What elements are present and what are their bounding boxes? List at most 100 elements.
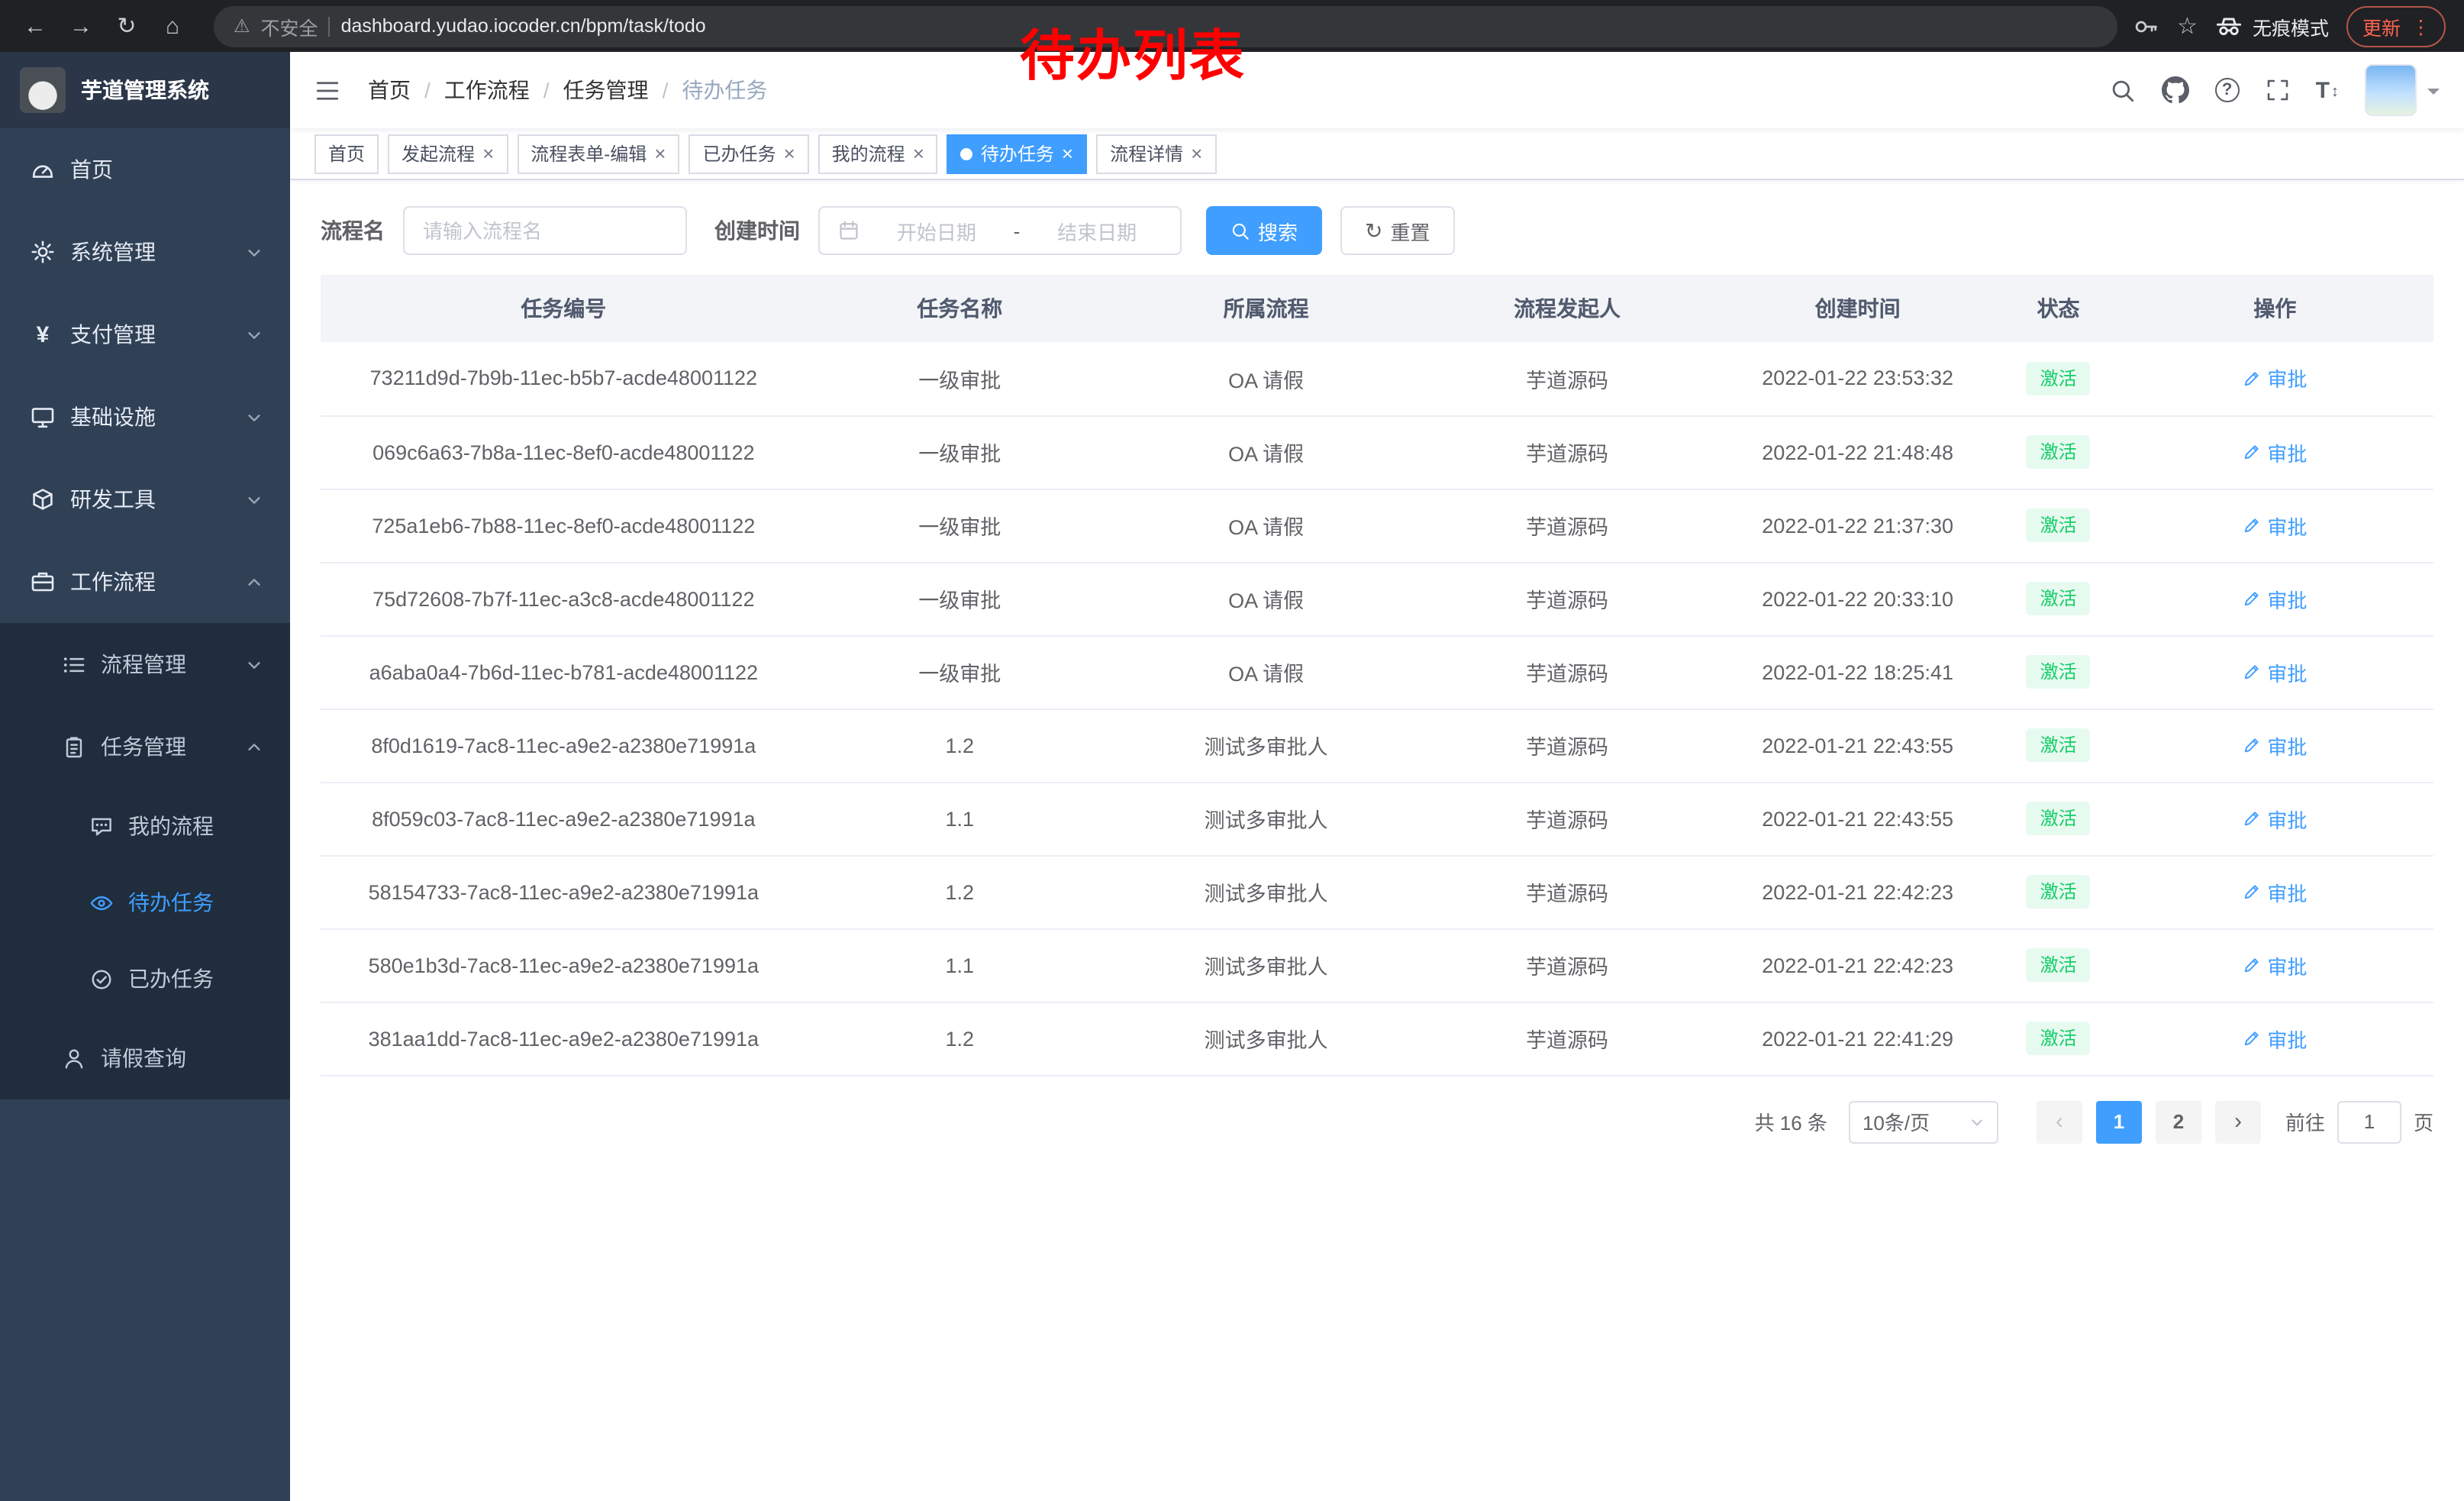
sidebar-item-workflow[interactable]: 工作流程 [0,541,290,623]
tab-home[interactable]: 首页 [314,134,379,173]
security-label[interactable]: 不安全 [261,11,318,40]
tab-done-tasks[interactable]: 已办任务 × [689,134,808,173]
status-cell: 激活 [2000,489,2116,562]
starter-cell: 芋道源码 [1419,928,1715,1002]
tab-form-edit[interactable]: 流程表单-编辑 × [517,134,679,173]
bookmark-star-icon[interactable]: ☆ [2177,12,2198,40]
sidebar-item-devtools[interactable]: 研发工具 [0,458,290,541]
next-page-button[interactable]: › [2215,1100,2261,1143]
sidebar-item-system[interactable]: 系统管理 [0,211,290,293]
sidebar-item-process-management[interactable]: 流程管理 [0,623,290,705]
chevron-down-icon [246,408,263,425]
approve-button[interactable]: 审批 [2243,657,2307,686]
updown-glyph: ↕ [2331,80,2339,103]
gear-icon [31,240,55,264]
page-unit-label: 页 [2414,1107,2433,1136]
sidebar-item-done-tasks[interactable]: 已办任务 [0,941,290,1017]
font-size-icon[interactable]: T↕ [2316,77,2339,103]
browser-forward-button[interactable]: → [61,6,101,46]
approve-button[interactable]: 审批 [2243,731,2307,760]
main-area: 首页 / 工作流程 / 任务管理 / 待办任务 ? [290,52,2464,1501]
close-tab-icon[interactable]: × [913,144,924,163]
page-size-select[interactable]: 10条/页 [1849,1100,1998,1143]
start-date-placeholder[interactable]: 开始日期 [872,216,1001,245]
status-badge: 激活 [2027,948,2091,983]
created-time-cell: 2022-01-21 22:41:29 [1715,1002,2001,1075]
task-id-cell: 73211d9d-7b9b-11ec-b5b7-acde48001122 [321,342,807,415]
sidebar-item-todo-tasks[interactable]: 待办任务 [0,864,290,941]
url-text: dashboard.yudao.iocoder.cn/bpm/task/todo [341,15,706,37]
approve-label: 审批 [2267,951,2307,980]
search-icon[interactable] [2110,77,2136,103]
close-tab-icon[interactable]: × [654,144,666,163]
breadcrumb-task-management[interactable]: 任务管理 [563,75,649,105]
breadcrumb-separator: / [424,78,431,102]
browser-menu-dots-icon[interactable]: ⋮ [2411,15,2430,37]
close-tab-icon[interactable]: × [482,144,494,163]
approve-button[interactable]: 审批 [2243,437,2307,466]
search-icon [1230,221,1250,240]
status-badge: 激活 [2027,728,2091,763]
tab-process-detail[interactable]: 流程详情× [1096,134,1216,173]
password-key-icon[interactable] [2133,13,2159,39]
goto-page-input[interactable] [2337,1100,2401,1143]
approve-button[interactable]: 审批 [2243,1024,2307,1053]
approve-button[interactable]: 审批 [2243,804,2307,833]
sidebar-item-label: 我的流程 [128,811,214,841]
end-date-placeholder[interactable]: 结束日期 [1032,216,1162,245]
sidebar-logo[interactable]: 芋道管理系统 [0,52,290,128]
help-icon[interactable]: ? [2215,78,2240,102]
user-avatar-menu[interactable] [2365,64,2440,116]
browser-update-chip[interactable]: 更新 ⋮ [2347,5,2446,47]
approve-button[interactable]: 审批 [2243,951,2307,980]
sidebar-item-task-management[interactable]: 任务管理 [0,705,290,788]
sidebar-item-home[interactable]: 首页 [0,128,290,211]
sidebar-item-label: 已办任务 [128,964,214,994]
collapse-sidebar-icon[interactable] [314,77,340,103]
approve-button[interactable]: 审批 [2243,877,2307,906]
table-row: 73211d9d-7b9b-11ec-b5b7-acde48001122 一级审… [321,342,2433,415]
action-cell: 审批 [2117,928,2433,1002]
calendar-icon [838,220,859,241]
tab-start-process[interactable]: 发起流程× [388,134,508,173]
status-badge: 激活 [2027,361,2091,395]
browser-refresh-button[interactable]: ↻ [107,6,147,46]
tab-label: 流程表单-编辑 [531,140,647,166]
date-range-picker[interactable]: 开始日期 - 结束日期 [818,206,1182,255]
approve-button[interactable]: 审批 [2243,584,2307,613]
prev-page-button[interactable]: ‹ [2037,1100,2082,1143]
status-cell: 激活 [2000,415,2116,489]
breadcrumb-home[interactable]: 首页 [368,75,411,105]
sidebar-item-payment[interactable]: ¥ 支付管理 [0,293,290,376]
approve-button[interactable]: 审批 [2243,364,2307,393]
sidebar-item-infrastructure[interactable]: 基础设施 [0,376,290,458]
tab-label: 已办任务 [702,140,776,166]
approve-button[interactable]: 审批 [2243,511,2307,540]
col-actions: 操作 [2117,275,2433,342]
page-button-1[interactable]: 1 [2096,1100,2142,1143]
reset-button[interactable]: ↻ 重置 [1340,206,1455,255]
approve-label: 审批 [2267,1024,2307,1053]
github-icon[interactable] [2162,76,2189,104]
page-button-2[interactable]: 2 [2156,1100,2201,1143]
tab-todo-tasks[interactable]: 待办任务× [947,134,1087,173]
browser-home-button[interactable]: ⌂ [153,6,192,46]
breadcrumb-workflow[interactable]: 工作流程 [444,75,530,105]
close-tab-icon[interactable]: × [783,144,795,163]
process-name-input[interactable] [423,219,667,242]
browser-back-button[interactable]: ← [15,6,55,46]
fullscreen-icon[interactable] [2266,78,2290,102]
sidebar-item-my-process[interactable]: 我的流程 [0,788,290,864]
task-id-cell: 8f0d1619-7ac8-11ec-a9e2-a2380e71991a [321,709,807,782]
sidebar-item-label: 系统管理 [70,237,156,267]
starter-cell: 芋道源码 [1419,562,1715,635]
tab-my-process[interactable]: 我的流程× [818,134,938,173]
pen-icon [2243,370,2261,388]
task-name-cell: 一级审批 [807,489,1113,562]
search-button[interactable]: 搜索 [1206,206,1322,255]
cube-icon [31,487,55,512]
close-tab-icon[interactable]: × [1191,144,1202,163]
sidebar-item-leave-query[interactable]: 请假查询 [0,1017,290,1099]
chevron-down-icon [246,491,263,508]
close-tab-icon[interactable]: × [1062,144,1073,163]
